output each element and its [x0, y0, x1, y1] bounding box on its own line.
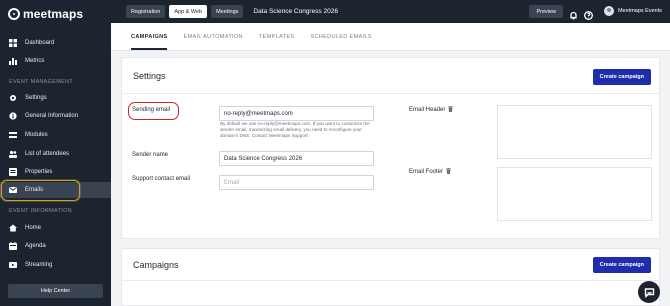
support-email-label: Support contact email — [132, 176, 191, 182]
chat-button[interactable] — [638, 281, 660, 303]
email-subtabs: CAMPAIGNS EMAIL AUTOMATION TEMPLATES SCH… — [111, 23, 670, 51]
properties-icon — [9, 168, 17, 176]
user-menu[interactable]: Meetmaps Events — [603, 6, 662, 16]
logo-icon — [8, 8, 20, 20]
subtab-email-automation[interactable]: EMAIL AUTOMATION — [183, 34, 242, 50]
settings-title: Settings — [133, 71, 166, 81]
campaigns-divider — [122, 280, 659, 281]
calendar-icon — [9, 242, 17, 250]
avatar — [603, 6, 614, 16]
section-label-event-information: EVENT INFORMATION — [9, 208, 72, 214]
chart-icon — [9, 57, 17, 65]
sidebar-item-general-information[interactable]: General Information — [0, 108, 111, 124]
preview-button[interactable]: Preview — [529, 5, 563, 18]
home-icon — [9, 224, 17, 232]
email-footer-label: Email Footer — [409, 168, 452, 175]
tab-meetings[interactable]: Meetings — [211, 5, 244, 18]
sending-email-help: By default we use no-reply@meetmaps.com.… — [220, 121, 370, 139]
meetmaps-logo[interactable]: meetmaps — [8, 7, 83, 21]
support-email-input[interactable]: Email — [219, 175, 374, 190]
sidebar-item-streaming[interactable]: Streaming — [0, 257, 111, 273]
create-campaign-button[interactable]: Create campaign — [592, 69, 651, 85]
info-icon — [9, 112, 17, 120]
sending-email-input[interactable]: no-reply@meetmaps.com — [219, 106, 374, 121]
streaming-icon — [9, 261, 17, 269]
trash-icon[interactable] — [448, 106, 454, 112]
tab-app-web[interactable]: App & Web — [169, 5, 208, 18]
subtab-templates[interactable]: TEMPLATES — [259, 34, 295, 50]
help-icon[interactable] — [584, 7, 593, 20]
settings-divider — [122, 93, 659, 94]
sidebar-item-properties[interactable]: Properties — [0, 164, 111, 180]
topbar: Registration App & Web Meetings Data Sci… — [111, 0, 670, 23]
emails-highlight-ring — [1, 180, 80, 201]
email-header-label: Email Header — [409, 106, 454, 113]
list-icon — [9, 150, 17, 158]
sidebar-item-home[interactable]: Home — [0, 220, 111, 236]
section-label-event-management: EVENT MANAGEMENT — [9, 79, 73, 85]
campaigns-title: Campaigns — [133, 260, 179, 270]
sender-name-label: Sender name — [132, 152, 169, 158]
sending-email-highlight-ring — [128, 102, 179, 120]
tab-registration[interactable]: Registration — [126, 5, 166, 18]
subtab-scheduled-emails[interactable]: SCHEDULED EMAILS — [310, 34, 371, 50]
sidebar: meetmaps Dashboard Metrics EVENT MANAGEM… — [0, 0, 111, 306]
sidebar-item-settings[interactable]: Settings — [0, 90, 111, 106]
help-center-button[interactable]: Help Center — [8, 284, 103, 298]
trash-icon[interactable] — [446, 168, 452, 174]
sidebar-item-list-of-attendees[interactable]: List of attendees — [0, 146, 111, 162]
gear-icon — [9, 94, 17, 102]
subtab-campaigns[interactable]: CAMPAIGNS — [131, 34, 168, 50]
modules-icon — [9, 131, 17, 139]
event-title: Data Science Congress 2026 — [253, 8, 338, 15]
sidebar-item-agenda[interactable]: Agenda — [0, 238, 111, 254]
bell-icon[interactable] — [569, 7, 578, 20]
chat-icon — [644, 287, 654, 298]
sidebar-item-modules[interactable]: Modules — [0, 127, 111, 143]
email-footer-editor[interactable] — [497, 167, 652, 221]
campaigns-card: Campaigns Create campaign — [121, 248, 660, 306]
create-campaign-button[interactable]: Create campaign — [592, 257, 651, 273]
email-header-editor[interactable] — [497, 105, 652, 159]
sidebar-item-metrics[interactable]: Metrics — [0, 53, 111, 69]
grid-icon — [9, 39, 17, 47]
sidebar-item-dashboard[interactable]: Dashboard — [0, 35, 111, 51]
sender-name-input[interactable]: Data Science Congress 2026 — [219, 151, 374, 166]
